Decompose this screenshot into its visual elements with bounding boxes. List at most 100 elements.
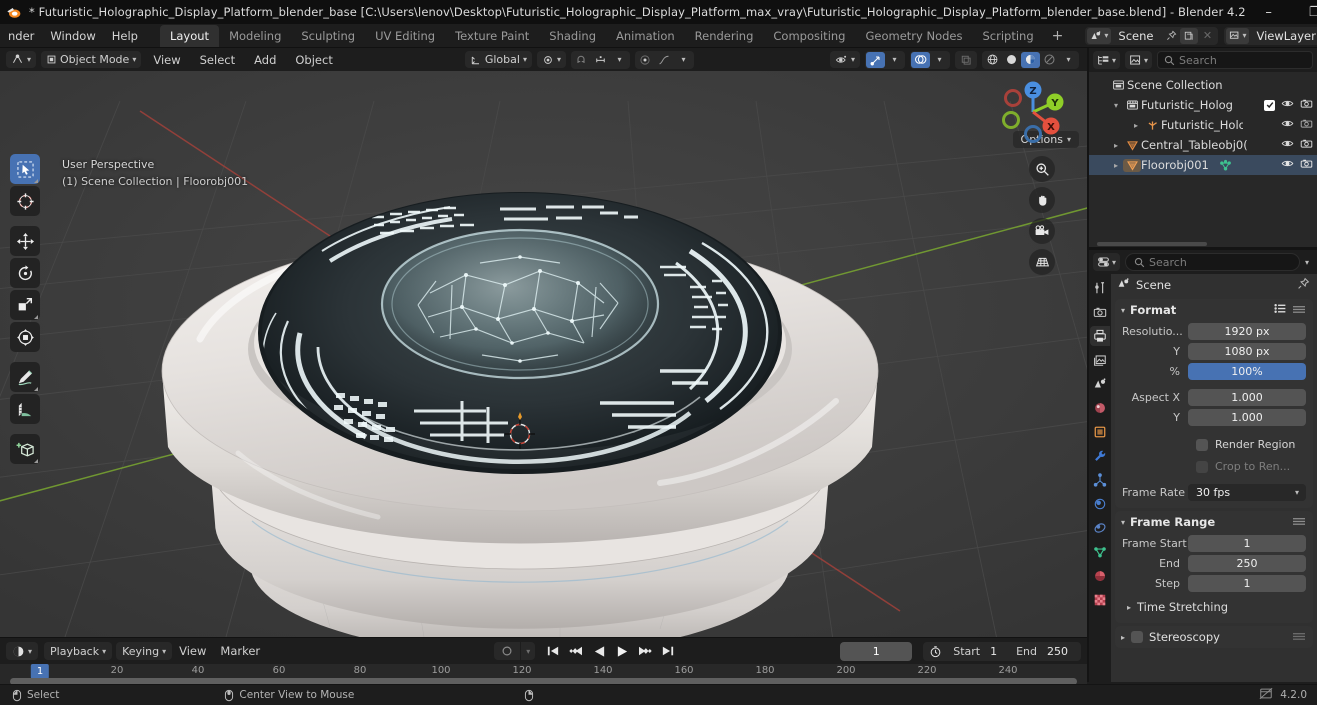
start-value[interactable]: 1 (980, 645, 1010, 658)
unlink-icon[interactable]: ✕ (1198, 28, 1216, 44)
show-hide-eye-icon[interactable]: ▾ (829, 51, 860, 68)
overlays-icon[interactable] (911, 51, 930, 68)
eye-icon[interactable] (1281, 118, 1294, 132)
pin-icon[interactable] (1297, 277, 1310, 293)
timeline-menu-view[interactable]: View (172, 642, 213, 660)
data-tab[interactable] (1090, 542, 1110, 562)
frame-range-section-header[interactable]: ▾ Frame Range (1115, 511, 1313, 533)
dropdown-menu-icon[interactable] (1293, 303, 1305, 317)
camera-icon[interactable] (1300, 98, 1313, 112)
outliner-row-central-table[interactable]: ▸ Central_Tableobj0( (1089, 135, 1317, 155)
tab-layout[interactable]: Layout (159, 24, 220, 47)
outliner-search-input[interactable]: Search (1157, 51, 1313, 69)
material-preview-icon[interactable] (1021, 51, 1040, 68)
record-circle-icon[interactable] (494, 642, 521, 660)
rotate-tool[interactable] (10, 258, 40, 288)
wireframe-shading-icon[interactable] (983, 52, 1002, 68)
solid-shading-icon[interactable] (1002, 52, 1021, 68)
chevron-down-icon[interactable]: ▾ (610, 52, 629, 68)
tab-scripting[interactable]: Scripting (973, 25, 1044, 47)
particles-tab[interactable] (1090, 470, 1110, 490)
zoom-icon[interactable] (1029, 156, 1055, 182)
constraints-tab[interactable] (1090, 518, 1110, 538)
jump-end-icon[interactable] (657, 642, 679, 661)
camera-icon[interactable] (1300, 118, 1313, 132)
physics-tab[interactable] (1090, 494, 1110, 514)
jump-start-icon[interactable] (542, 642, 564, 661)
tab-sculpting[interactable]: Sculpting (291, 25, 365, 47)
tab-rendering[interactable]: Rendering (685, 25, 764, 47)
tweak-tool[interactable] (10, 154, 40, 184)
properties-search-input[interactable]: Search (1125, 253, 1300, 271)
viewport-menu-object[interactable]: Object (288, 51, 339, 69)
outliner-tree[interactable]: Scene Collection ▾ Futuristic_Hologra (1089, 72, 1317, 248)
transform-orientation-dropdown[interactable]: Global ▾ (464, 51, 532, 68)
maximize-button[interactable]: ❐ (1292, 0, 1317, 24)
tab-shading[interactable]: Shading (539, 25, 606, 47)
aspect-y-field[interactable]: 1.000 (1188, 409, 1306, 426)
viewlayer-id-field[interactable]: ▾ ViewLayer ✕ (1224, 26, 1317, 45)
pan-hand-icon[interactable] (1029, 187, 1055, 213)
viewport-menu-add[interactable]: Add (247, 51, 283, 69)
tab-geometry-nodes[interactable]: Geometry Nodes (855, 25, 972, 47)
add-cube-tool[interactable] (10, 434, 40, 464)
viewport-canvas[interactable]: User Perspective (1) Scene Collection | … (0, 71, 1087, 637)
cursor-tool[interactable] (10, 186, 40, 216)
resolution-y-field[interactable]: 1080 px (1188, 343, 1306, 360)
new-copy-icon[interactable] (1180, 27, 1199, 44)
collection-checkbox[interactable] (1264, 99, 1275, 111)
outliner-row-empty[interactable]: ▸ Futuristic_Holo (1089, 115, 1317, 135)
material-tab[interactable] (1090, 566, 1110, 586)
object-tab[interactable] (1090, 422, 1110, 442)
play-icon[interactable] (611, 642, 633, 661)
time-stretching-subpanel[interactable]: ▸ Time Stretching (1115, 597, 1313, 617)
falloff-curve-icon[interactable] (655, 52, 674, 68)
playback-dropdown[interactable]: Playback ▾ (44, 642, 113, 660)
properties-editor-icon[interactable]: ▾ (1093, 253, 1121, 271)
render-region-checkbox[interactable] (1196, 438, 1208, 451)
tab-compositing[interactable]: Compositing (763, 25, 855, 47)
chevron-down-icon[interactable]: ▾ (521, 642, 536, 660)
scene-tab[interactable] (1090, 374, 1110, 394)
chevron-down-icon[interactable]: ▾ (674, 52, 693, 68)
add-workspace-button[interactable]: + (1044, 26, 1072, 46)
frame-step-field[interactable]: 1 (1188, 575, 1306, 592)
keying-dropdown[interactable]: Keying ▾ (116, 642, 173, 660)
menu-window[interactable]: Window (42, 26, 103, 46)
pin-icon[interactable] (1162, 28, 1180, 44)
preset-list-icon[interactable] (1274, 303, 1287, 317)
next-keyframe-icon[interactable] (634, 642, 656, 661)
camera-icon[interactable] (1300, 138, 1313, 152)
mesh-data-icon[interactable] (1217, 159, 1235, 172)
view-layer-tab[interactable] (1090, 350, 1110, 370)
scene-icon[interactable]: ▾ (1087, 27, 1112, 44)
chevron-right-icon[interactable]: ▸ (1129, 121, 1143, 130)
chevron-down-icon[interactable]: ▾ (1305, 258, 1317, 267)
annotate-tool[interactable] (10, 362, 40, 392)
toggle-perspective-icon[interactable] (1029, 249, 1055, 275)
snap-target-icon[interactable] (591, 52, 610, 68)
chevron-right-icon[interactable]: ▸ (1109, 161, 1123, 170)
outliner-horizontal-scrollbar[interactable] (1097, 242, 1207, 246)
scene-id-field[interactable]: ▾ Scene ✕ (1085, 26, 1219, 45)
prev-keyframe-icon[interactable] (565, 642, 587, 661)
menu-render[interactable]: nder (0, 26, 42, 46)
texture-tab[interactable] (1090, 590, 1110, 610)
navigation-gizmo[interactable]: Z Y X (997, 76, 1069, 148)
frame-start-field[interactable]: 1 (1188, 535, 1306, 552)
viewport-menu-view[interactable]: View (146, 51, 187, 69)
outliner-filter-icon[interactable]: ▾ (1125, 51, 1153, 69)
tool-tab[interactable] (1090, 278, 1110, 298)
tab-uv-editing[interactable]: UV Editing (365, 25, 445, 47)
menu-help[interactable]: Help (104, 26, 146, 46)
tab-animation[interactable]: Animation (606, 25, 685, 47)
eye-icon[interactable] (1281, 158, 1294, 172)
tab-modeling[interactable]: Modeling (219, 25, 291, 47)
eye-icon[interactable] (1281, 138, 1294, 152)
timeline-menu-marker[interactable]: Marker (213, 642, 267, 660)
chevron-down-icon[interactable]: ▾ (930, 52, 949, 68)
chevron-down-icon[interactable]: ▾ (1059, 52, 1078, 68)
dropdown-menu-icon[interactable] (1293, 630, 1313, 644)
end-value[interactable]: 250 (1037, 645, 1081, 658)
current-frame-field[interactable]: 1 (840, 641, 913, 661)
